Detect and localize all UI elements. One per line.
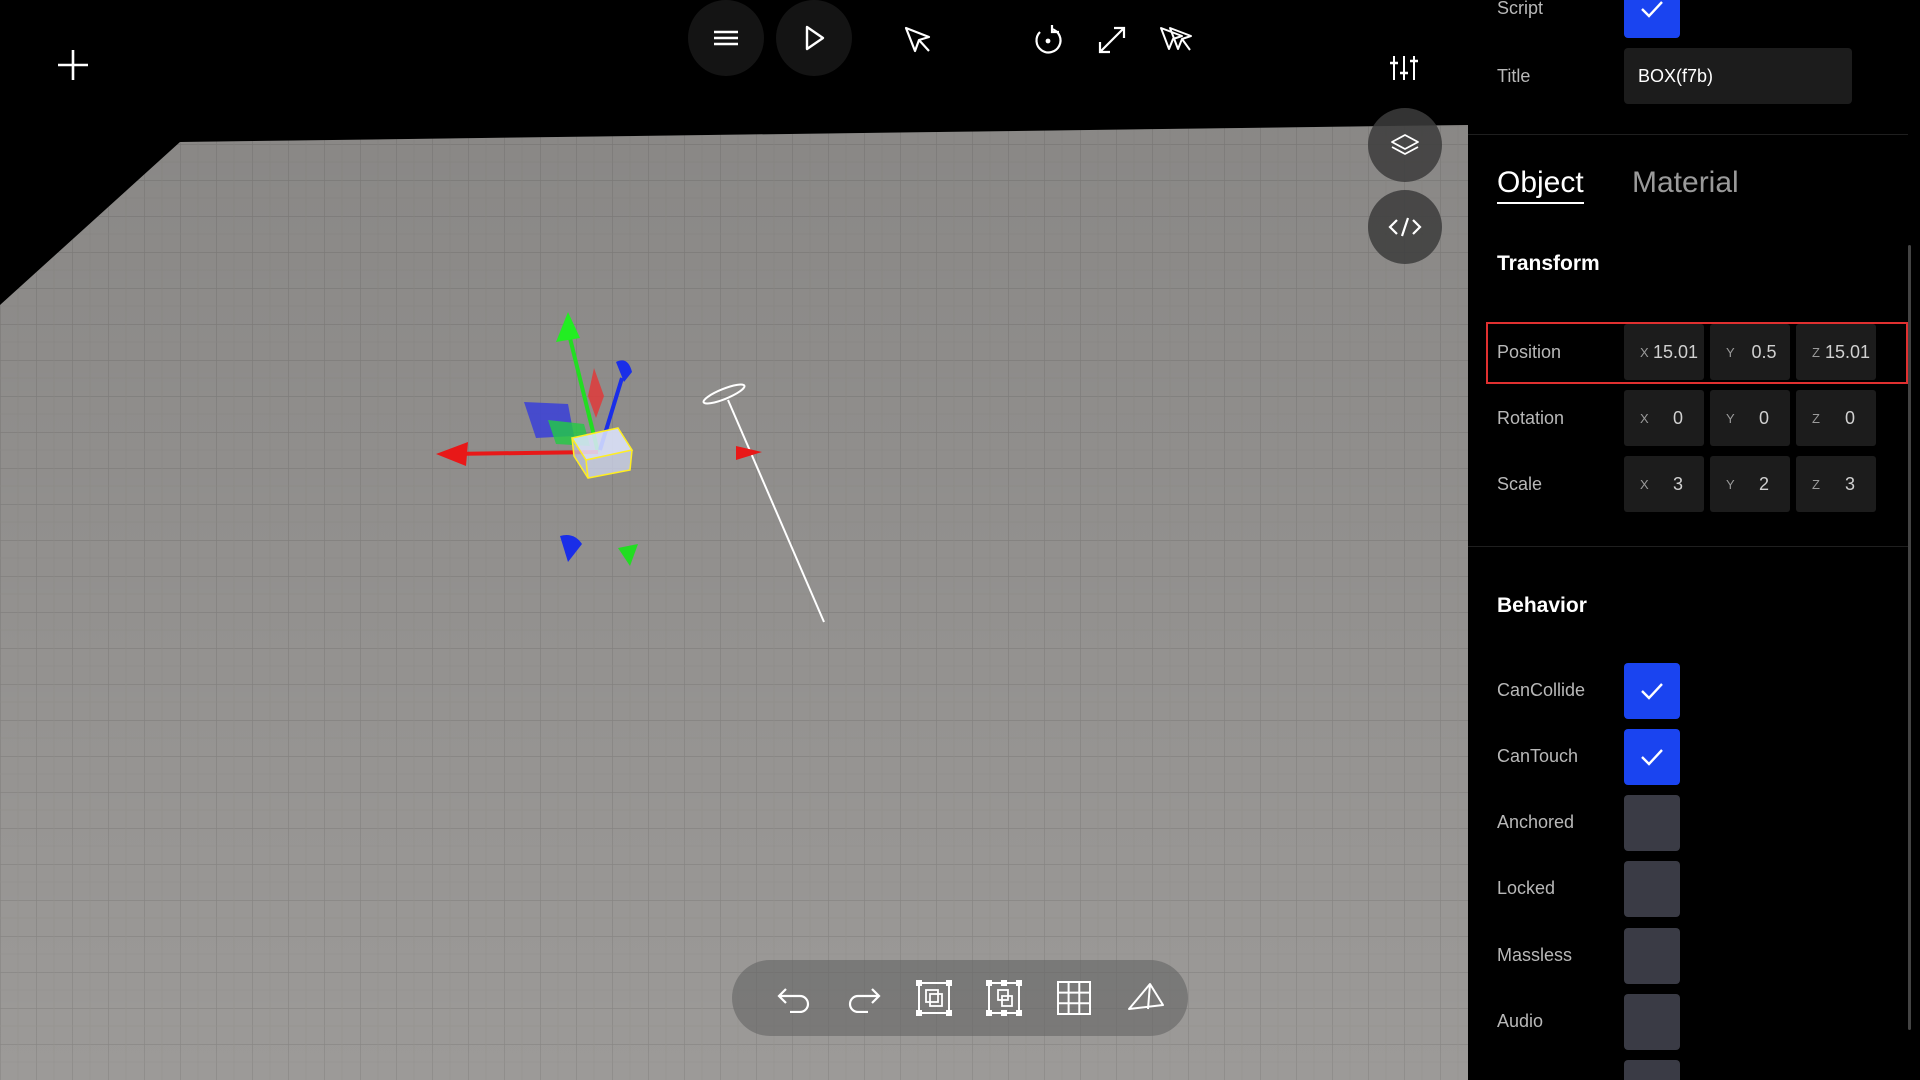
locked-checkbox[interactable] [1624,861,1680,917]
layers-button[interactable] [1368,108,1442,182]
redo-icon [848,988,881,1013]
axis-z-label: Z [1812,476,1820,492]
axis-y-label: Y [1726,410,1735,426]
panel-scrollbar[interactable] [1908,245,1911,1030]
code-button[interactable] [1368,190,1442,264]
axis-x-label: X [1640,344,1649,360]
audio-label: Audio [1497,1011,1544,1031]
rotate-icon [1035,25,1062,54]
checkmark-icon [1641,749,1663,766]
position-z-field[interactable]: Z 15.01 [1796,324,1876,380]
undo-icon [777,988,810,1013]
select-tool-button[interactable] [890,12,946,68]
camera-button[interactable] [1118,970,1174,1026]
play-button[interactable] [776,0,852,76]
axis-y-label: Y [1726,476,1735,492]
bottom-toolbar [732,960,1188,1036]
undo-button[interactable] [766,970,822,1026]
cancollide-label: CanCollide [1497,680,1586,700]
group-icon [916,980,952,1016]
script-checkbox[interactable] [1624,0,1680,38]
cantouch-checkbox[interactable] [1624,729,1680,785]
scale-x-value: 3 [1672,473,1683,494]
cursor-icon [904,26,931,53]
axis-x-label: X [1640,410,1649,426]
scene-viewport[interactable] [0,0,1468,1080]
cancollide-checkbox[interactable] [1624,663,1680,719]
locked-label: Locked [1497,878,1556,898]
position-x-field[interactable]: X 15.01 [1624,324,1704,380]
bounding-box-icon [986,980,1022,1016]
cantouch-label: CanTouch [1497,746,1579,766]
rotation-y-field[interactable]: Y 0 [1710,390,1790,446]
scale-z-value: 3 [1844,473,1855,494]
settings-button[interactable] [1376,40,1432,96]
play-icon [805,25,825,51]
inspector-panel: Script Title Object Material Transform P… [1468,0,1920,1080]
divider [1468,134,1908,135]
massless-checkbox[interactable] [1624,928,1680,984]
scale-label: Scale [1497,474,1543,494]
scale-z-field[interactable]: Z 3 [1796,456,1876,512]
redo-button[interactable] [836,970,892,1026]
checkmark-icon [1641,1,1663,18]
axis-y-label: Y [1726,344,1735,360]
rotation-y-value: 0 [1758,407,1769,428]
rotate-tool-button[interactable] [1020,12,1076,68]
scale-y-field[interactable]: Y 2 [1710,456,1790,512]
code-icon [1388,217,1422,237]
rotation-x-field[interactable]: X 0 [1624,390,1704,446]
position-z-value: 15.01 [1824,341,1870,362]
checkmark-icon [1641,683,1663,700]
axis-z-label: Z [1812,410,1820,426]
floor-shading [0,125,1468,1080]
multi-select-tool-button[interactable] [1148,12,1204,68]
position-x-value: 15.01 [1652,341,1698,362]
menu-button[interactable] [688,0,764,76]
rotation-z-field[interactable]: Z 0 [1796,390,1876,446]
tab-object[interactable]: Object [1497,166,1584,204]
multi-cursor-icon [1160,27,1192,51]
title-input[interactable] [1624,48,1852,104]
hamburger-icon [714,30,738,46]
scene-canvas[interactable] [0,0,1468,1080]
bounding-box-button[interactable] [976,970,1032,1026]
tab-material[interactable]: Material [1632,166,1739,200]
add-button[interactable] [48,40,98,90]
plus-icon [58,50,88,80]
transform-heading: Transform [1497,252,1600,275]
next-checkbox[interactable] [1624,1060,1680,1080]
title-label: Title [1497,66,1531,86]
script-label: Script [1497,0,1544,18]
position-y-field[interactable]: Y 0.5 [1710,324,1790,380]
axis-z-label: Z [1812,344,1820,360]
layers-icon [1391,134,1419,155]
grid-icon [1057,981,1091,1015]
behavior-heading: Behavior [1497,594,1587,617]
camera-icon [1128,983,1164,1010]
rotation-x-value: 0 [1672,407,1683,428]
scale-x-field[interactable]: X 3 [1624,456,1704,512]
sliders-icon [1390,56,1418,80]
anchored-checkbox[interactable] [1624,795,1680,851]
group-button[interactable] [906,970,962,1026]
scale-tool-button[interactable] [1084,12,1140,68]
position-y-value: 0.5 [1751,341,1777,362]
rotation-z-value: 0 [1844,407,1855,428]
axis-x-label: X [1640,476,1649,492]
divider [1468,546,1908,547]
scale-y-value: 2 [1758,473,1769,494]
audio-checkbox[interactable] [1624,994,1680,1050]
rotation-label: Rotation [1497,408,1565,428]
massless-label: Massless [1497,945,1573,965]
expand-icon [1098,26,1126,54]
position-label: Position [1497,342,1562,362]
grid-button[interactable] [1046,970,1102,1026]
anchored-label: Anchored [1497,812,1575,832]
